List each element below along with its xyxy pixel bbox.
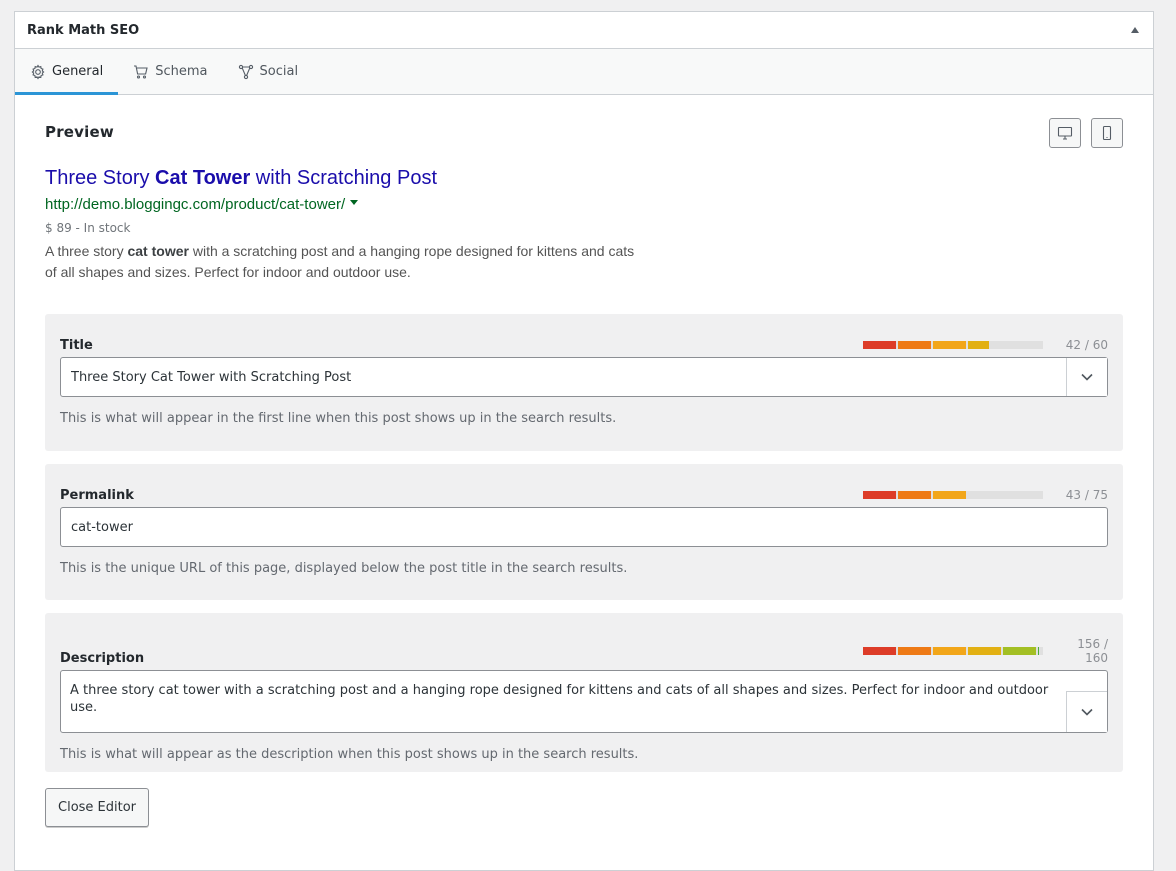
serp-title-keyword: Cat Tower	[155, 167, 251, 189]
mobile-preview-button[interactable]	[1091, 118, 1123, 148]
description-input-wrap: A three story cat tower with a scratchin…	[60, 670, 1108, 733]
collapse-arrow-icon[interactable]	[1131, 27, 1139, 33]
permalink-field-label: Permalink	[60, 488, 134, 503]
permalink-field-box: Permalink 43 / 75 This is the unique URL…	[45, 464, 1123, 600]
meter-segment	[898, 341, 931, 349]
permalink-help-text: This is the unique URL of this page, dis…	[60, 561, 628, 576]
title-length-meter: 42 / 60	[863, 338, 1108, 352]
description-help-text: This is what will appear as the descript…	[60, 747, 639, 762]
permalink-length-meter: 43 / 75	[863, 488, 1108, 502]
preview-heading: Preview	[45, 123, 114, 141]
tab-social[interactable]: Social	[223, 49, 314, 94]
title-meter-bar	[863, 341, 1043, 349]
description-variables-button[interactable]	[1066, 691, 1107, 732]
chevron-down-icon	[1081, 708, 1093, 716]
tab-bar: General Schema Social	[15, 49, 1153, 95]
meter-segment	[863, 647, 896, 655]
tab-general[interactable]: General	[15, 49, 119, 95]
meter-segment	[898, 491, 931, 499]
permalink-meter-bar	[863, 491, 1043, 499]
description-length-meter: 156 / 160	[863, 637, 1108, 665]
title-field-box: Title 42 / 60 This is what will appear i…	[45, 314, 1123, 451]
meter-segment	[933, 341, 966, 349]
url-caret-icon	[350, 200, 359, 205]
permalink-input[interactable]	[61, 508, 1107, 546]
description-field-label: Description	[60, 651, 145, 666]
meter-segment	[863, 341, 896, 349]
rank-math-panel: Rank Math SEO General Schema Social Prev…	[14, 11, 1154, 871]
title-field-label: Title	[60, 338, 93, 353]
tab-general-label: General	[52, 64, 104, 79]
permalink-char-count: 43 / 75	[1065, 488, 1108, 502]
description-field-box: Description 156 / 160 A three story cat …	[45, 613, 1123, 772]
desktop-preview-button[interactable]	[1049, 118, 1081, 148]
general-tab-content: Preview Three Story Cat Tower with Scrat…	[15, 95, 1153, 283]
mobile-icon	[1102, 125, 1112, 141]
title-variables-button[interactable]	[1066, 358, 1107, 396]
serp-preview: Three Story Cat Tower with Scratching Po…	[45, 166, 1123, 283]
serp-url[interactable]: http://demo.bloggingc.com/product/cat-to…	[45, 196, 1123, 213]
gear-icon	[31, 63, 45, 80]
title-help-text: This is what will appear in the first li…	[60, 411, 617, 426]
meter-segment	[968, 647, 1001, 655]
meter-segment	[863, 491, 896, 499]
panel-header[interactable]: Rank Math SEO	[15, 12, 1153, 49]
serp-title-start: Three Story	[45, 167, 156, 189]
meter-segment	[898, 647, 931, 655]
serp-description: A three story cat tower with a scratchin…	[45, 241, 645, 283]
serp-title[interactable]: Three Story Cat Tower with Scratching Po…	[45, 166, 1123, 190]
chevron-down-icon	[1081, 373, 1093, 381]
tab-social-label: Social	[259, 64, 299, 79]
desktop-icon	[1057, 126, 1073, 140]
meter-segment	[968, 341, 989, 349]
share-icon	[238, 64, 253, 79]
serp-rich-snippet: $ 89 - In stock	[45, 221, 131, 235]
panel-title: Rank Math SEO	[27, 22, 140, 38]
meter-segment	[933, 647, 966, 655]
meter-segment	[1003, 647, 1036, 655]
description-textarea[interactable]: A three story cat tower with a scratchin…	[61, 671, 1066, 732]
tab-schema-label: Schema	[155, 64, 208, 79]
tab-schema[interactable]: Schema	[118, 49, 222, 94]
close-editor-button[interactable]: Close Editor	[45, 788, 150, 827]
serp-desc-start: A three story	[45, 243, 128, 259]
cart-icon	[134, 64, 148, 79]
serp-url-text: http://demo.bloggingc.com/product/cat-to…	[45, 196, 346, 213]
title-input[interactable]	[61, 358, 1066, 396]
meter-segment	[933, 491, 966, 499]
serp-title-end: with Scratching Post	[250, 167, 437, 189]
title-input-wrap	[60, 357, 1108, 397]
meter-segment	[1038, 647, 1039, 655]
serp-desc-keyword: cat tower	[127, 243, 189, 259]
permalink-input-wrap	[60, 507, 1108, 547]
description-char-count: 156 / 160	[1077, 637, 1108, 665]
title-char-count: 42 / 60	[1065, 338, 1108, 352]
description-meter-bar	[863, 647, 1043, 655]
